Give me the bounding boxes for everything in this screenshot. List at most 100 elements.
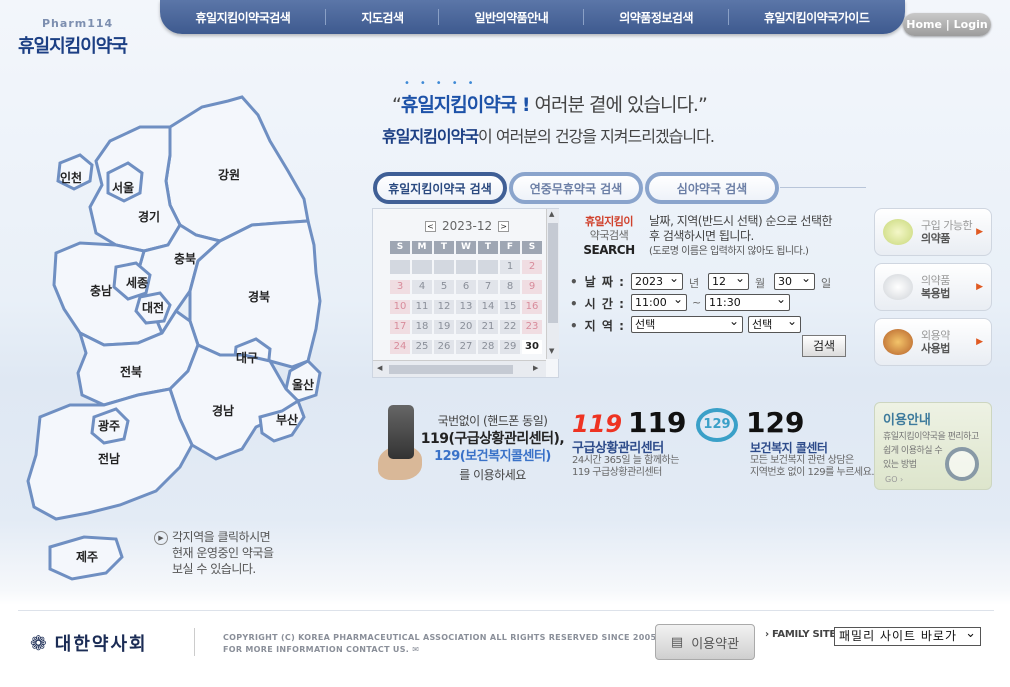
calendar-prev-button[interactable]: < (425, 220, 436, 232)
nav-divider (583, 9, 585, 25)
calendar-day[interactable]: 14 (478, 300, 498, 314)
calendar-day[interactable]: 21 (478, 320, 498, 334)
calendar-weekday: F (500, 241, 520, 254)
calendar-day[interactable]: 26 (434, 340, 454, 354)
day-select[interactable]: 30 (774, 271, 815, 290)
scroll-down-icon[interactable]: ▼ (549, 347, 554, 355)
calendar-day[interactable]: 9 (522, 280, 542, 294)
label-daejeon: 대전 (142, 300, 164, 315)
calendar-day[interactable]: 12 (434, 300, 454, 314)
calendar-day[interactable]: 7 (478, 280, 498, 294)
calendar-day[interactable]: 1 (500, 260, 520, 274)
family-site-label: › FAMILY SITE (765, 629, 836, 640)
search-label-line2: 약국검색 (589, 229, 629, 242)
calendar-horizontal-scrollbar[interactable]: ◀ ▶ (373, 360, 546, 377)
tab-night-pharmacy[interactable]: 심야약국 검색 (645, 172, 779, 204)
mail-icon[interactable]: ✉ (412, 645, 419, 654)
calendar-month: 2023-12 (442, 219, 493, 233)
nav-pharmacy-guide[interactable]: 휴일지킴이약국가이드 (764, 9, 870, 26)
scroll-left-icon[interactable]: ◀ (377, 364, 382, 372)
calendar-day[interactable]: 15 (500, 300, 520, 314)
site-logo[interactable]: 휴일지킴이약국 (18, 32, 128, 58)
info-label: 외용약 사용법 (921, 329, 950, 355)
calendar-day[interactable]: 8 (500, 280, 520, 294)
calendar-day[interactable]: 20 (456, 320, 476, 334)
emergency-line1: 국번없이 (핸드폰 동일) (437, 414, 548, 428)
terms-label: 이용약관 (691, 636, 740, 652)
calendar-day[interactable]: 10 (390, 300, 410, 314)
time-separator: ~ (692, 296, 702, 309)
calendar-weekday: T (434, 241, 454, 254)
calendar-day[interactable]: 28 (478, 340, 498, 354)
calendar-empty-cell (434, 260, 454, 274)
tab-holiday-pharmacy[interactable]: 휴일지킴이약국 검색 (373, 172, 507, 204)
scroll-thumb[interactable] (548, 223, 558, 323)
calendar-day[interactable]: 27 (456, 340, 476, 354)
scroll-thumb[interactable] (389, 365, 513, 374)
calendar-day[interactable]: 17 (390, 320, 410, 334)
label-gyeonggi: 경기 (138, 209, 160, 224)
region-district-select[interactable]: 선택 (748, 314, 801, 333)
date-label: 날 짜 : (570, 273, 625, 290)
calendar-day[interactable]: 3 (390, 280, 410, 294)
calendar-day[interactable]: 25 (412, 340, 432, 354)
label-daegu: 대구 (236, 351, 258, 365)
calendar-day[interactable]: 2 (522, 260, 542, 274)
scroll-up-icon[interactable]: ▲ (549, 210, 554, 218)
info-external-use[interactable]: 외용약 사용법 ▶ (874, 318, 992, 366)
usage-guide-box[interactable]: 이용안내 휴일지킴이약국을 편리하고 쉽게 이용하실 수 있는 방법 GO › (874, 402, 992, 490)
calendar-day[interactable]: 30 (522, 340, 542, 354)
nav-map-search[interactable]: 지도검색 (361, 9, 404, 26)
calendar-empty-cell (478, 260, 498, 274)
month-select[interactable]: 12 (708, 271, 749, 290)
calendar-day[interactable]: 19 (434, 320, 454, 334)
kpa-name: 대한약사회 (54, 634, 148, 655)
title-119: 구급상황관리센터 (572, 441, 664, 456)
nav-drug-info-search[interactable]: 의약품정보검색 (619, 9, 693, 26)
terms-button[interactable]: ▤ 이용약관 (655, 624, 755, 660)
calendar-day[interactable]: 24 (390, 340, 410, 354)
search-button[interactable]: 검색 (802, 335, 846, 357)
calendar-day[interactable]: 6 (456, 280, 476, 294)
label-gangwon: 강원 (218, 168, 240, 182)
calendar-grid: S M T W T F S 1 2 3 4 5 6 7 8 9 10 11 12 13 14 15 16 17 18 19 20 21… (390, 241, 542, 354)
kpa-emblem-icon: ❁ (30, 631, 49, 655)
slogan-highlight: 휴일지킴이약국 ! (400, 94, 531, 116)
calendar-next-button[interactable]: > (498, 220, 510, 232)
calendar-day[interactable]: 13 (456, 300, 476, 314)
family-site-select[interactable]: 패밀리 사이트 바로가 (834, 625, 981, 646)
nav-otc-guide[interactable]: 일반의약품안내 (474, 9, 548, 26)
tab-yearround-pharmacy[interactable]: 연중무휴약국 검색 (509, 172, 643, 204)
search-desc-note: (도로명 이름은 입력하지 않아도 됩니다.) (649, 246, 809, 257)
calendar-day[interactable]: 5 (434, 280, 454, 294)
region-city-select[interactable]: 선택 (631, 314, 743, 333)
copyright: COPYRIGHT (C) KOREA PHARMACEUTICAL ASSOC… (223, 633, 657, 654)
calendar-weekday: S (522, 241, 542, 254)
guide-go-link[interactable]: GO › (885, 475, 903, 484)
calendar-day[interactable]: 16 (522, 300, 542, 314)
calendar-day[interactable]: 23 (522, 320, 542, 334)
korea-map: 인천 서울 경기 강원 충북 충남 세종 대전 경북 대구 전북 울산 경남 부… (26, 95, 322, 581)
time-to-select[interactable]: 11:30 (705, 292, 790, 311)
info-purchasable-drugs[interactable]: 구입 가능한 의약품 ▶ (874, 208, 992, 256)
emergency-line2: 119(구급상황관리센터), (420, 431, 565, 447)
calendar-day[interactable]: 18 (412, 320, 432, 334)
search-label-line1: 휴일지킴이 (584, 215, 634, 228)
footer-divider (18, 610, 994, 611)
calendar-day[interactable]: 4 (412, 280, 432, 294)
footer-separator (194, 628, 195, 656)
arrow-right-icon: ▶ (976, 227, 983, 237)
nav-pharmacy-search[interactable]: 휴일지킴이약국검색 (195, 9, 290, 26)
arrow-right-icon: ▶ (976, 282, 983, 292)
quote-open: “ (392, 94, 402, 116)
kpa-logo[interactable]: ❁ 대한약사회 (30, 630, 148, 656)
info-dosage[interactable]: 의약품 복용법 ▶ (874, 263, 992, 311)
scroll-right-icon[interactable]: ▶ (533, 364, 538, 372)
calendar-day[interactable]: 11 (412, 300, 432, 314)
home-login-button[interactable]: Home | Login (903, 13, 991, 36)
calendar-vertical-scrollbar[interactable]: ▲ ▼ (546, 209, 559, 359)
calendar-day[interactable]: 29 (500, 340, 520, 354)
calendar-day[interactable]: 22 (500, 320, 520, 334)
year-select[interactable]: 2023 (631, 271, 683, 290)
time-from-select[interactable]: 11:00 (631, 292, 687, 311)
